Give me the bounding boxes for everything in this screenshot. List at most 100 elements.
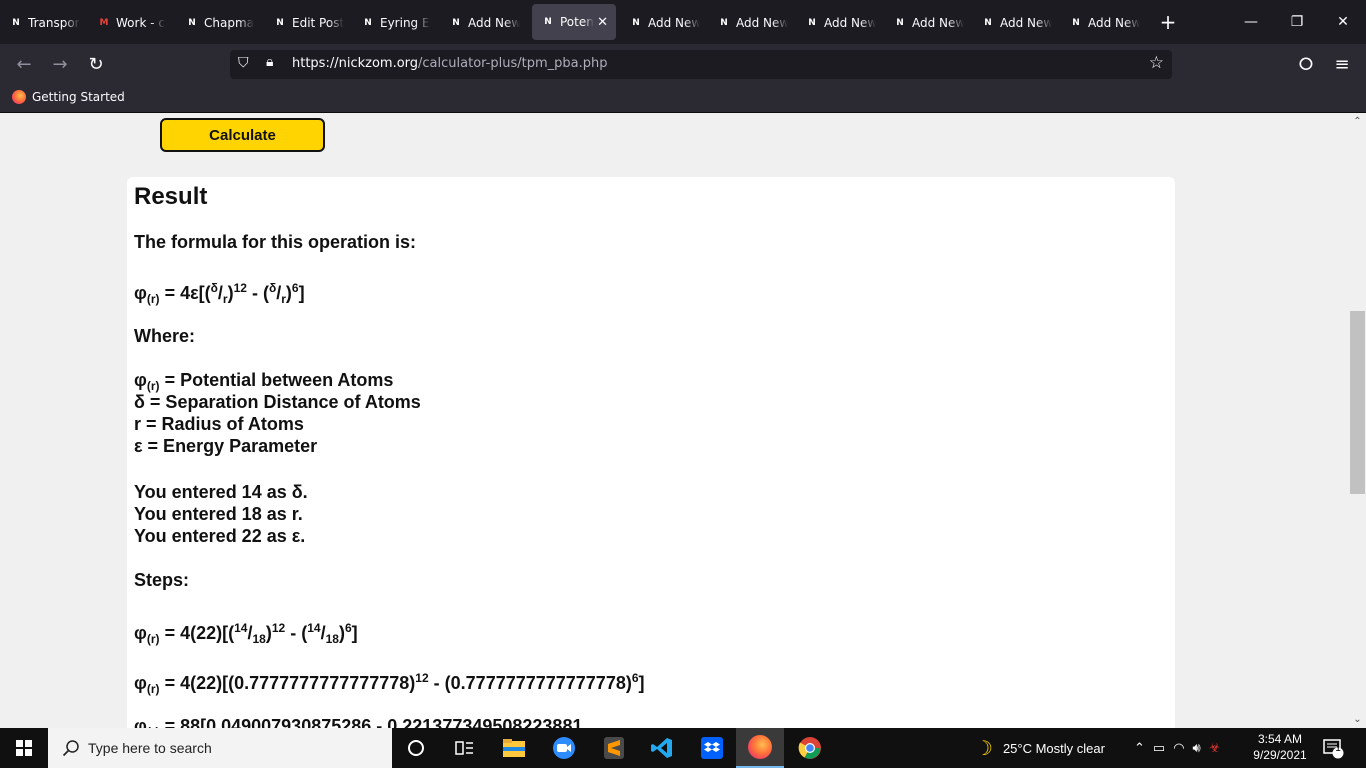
menu-icon[interactable]: ≡ xyxy=(1324,44,1360,84)
tab-title: Add New xyxy=(912,16,964,30)
browser-tab[interactable]: N Chapma xyxy=(176,5,264,41)
calculate-button[interactable]: Calculate xyxy=(160,118,325,152)
taskbar-search[interactable]: Type here to search xyxy=(48,728,392,768)
browser-tab[interactable]: N Eyring E xyxy=(352,5,440,41)
tab-title: Add New xyxy=(1000,16,1052,30)
site-favicon-icon: N xyxy=(188,18,196,28)
bookmarks-toolbar: Getting Started xyxy=(0,84,1366,113)
notification-count: 1 xyxy=(1335,743,1341,754)
browser-tab[interactable]: N Transpor xyxy=(0,5,88,41)
scroll-down-icon[interactable]: ⌄ xyxy=(1349,711,1366,728)
site-favicon-icon: N xyxy=(984,18,992,28)
search-placeholder: Type here to search xyxy=(88,740,212,756)
zoom-icon[interactable] xyxy=(540,728,588,768)
step-3: φ(r) = 88[0.049007930875286 - 0.22137734… xyxy=(134,716,583,728)
close-tab-icon[interactable]: ✕ xyxy=(597,15,608,30)
browser-tab[interactable]: N Add New xyxy=(708,5,796,41)
new-tab-button[interactable]: + xyxy=(1148,4,1188,40)
file-explorer-icon[interactable] xyxy=(490,728,538,768)
vscode-icon[interactable] xyxy=(638,728,686,768)
site-favicon-icon: N xyxy=(276,18,284,28)
where-label: Where: xyxy=(134,326,196,346)
forward-icon[interactable]: → xyxy=(42,44,78,84)
bookmark-getting-started[interactable]: Getting Started xyxy=(12,90,125,104)
chrome-icon[interactable] xyxy=(786,728,834,768)
close-window-icon[interactable]: ✕ xyxy=(1320,0,1366,44)
site-favicon-icon: N xyxy=(12,18,20,28)
weather-widget[interactable]: ☽ 25°C Mostly clear xyxy=(975,728,1105,768)
site-favicon-icon: N xyxy=(720,18,728,28)
tab-title: Work - c xyxy=(116,16,165,30)
url-bar[interactable]: ⛉ 🔒︎ https://nickzom.org/calculator-plus… xyxy=(230,50,1172,79)
tab-strip: N Transpor M Work - c N Chapma N Edit Post N Eyri… xyxy=(0,0,1366,44)
tab-title: Chapma xyxy=(204,16,254,30)
dropbox-icon[interactable] xyxy=(688,728,736,768)
entered-delta: You entered 14 as δ. xyxy=(134,482,308,502)
tab-title: Poten xyxy=(560,15,594,29)
task-view-icon[interactable] xyxy=(440,728,488,768)
steps-label: Steps: xyxy=(134,570,190,590)
tab-title: Add New xyxy=(1088,16,1140,30)
browser-tab[interactable]: N Edit Post xyxy=(264,5,352,41)
browser-tab[interactable]: N Add New xyxy=(1060,5,1148,41)
gmail-icon: M xyxy=(99,18,109,28)
definition-item: ε = Energy Parameter xyxy=(134,436,318,456)
clock-date: 9/29/2021 xyxy=(1253,748,1307,762)
result-card: Result The formula for this operation is… xyxy=(127,177,1175,728)
firefox-icon xyxy=(748,735,772,759)
shield-icon[interactable]: ⛉ xyxy=(238,55,249,71)
lock-icon[interactable]: 🔒︎ xyxy=(266,54,273,70)
step-2: φ(r) = 4(22)[(0.7777777777777778)12 - (0… xyxy=(134,671,645,696)
browser-tab[interactable]: N Add New xyxy=(440,5,528,41)
result-heading: Result xyxy=(134,183,208,210)
browser-tab[interactable]: N Poten ✕ xyxy=(532,4,616,40)
browser-tab[interactable]: N Add New xyxy=(796,5,884,41)
firefox-icon xyxy=(12,90,26,104)
cortana-icon[interactable] xyxy=(392,728,440,768)
site-favicon-icon: N xyxy=(364,18,372,28)
windows-icon xyxy=(16,740,32,756)
battery-icon[interactable]: ▭ xyxy=(1153,740,1165,756)
bookmark-label: Getting Started xyxy=(32,90,125,104)
volume-icon[interactable]: 🔊︎ xyxy=(1193,740,1201,756)
tab-title: Add New xyxy=(648,16,700,30)
pocket-icon[interactable]: ⭘ xyxy=(1288,44,1324,84)
minimize-icon[interactable]: — xyxy=(1228,0,1274,44)
tab-title: Add New xyxy=(824,16,876,30)
browser-tab[interactable]: N Add New xyxy=(620,5,708,41)
site-favicon-icon: N xyxy=(544,17,552,27)
bookmark-star-icon[interactable]: ☆ xyxy=(1149,53,1164,73)
wifi-icon[interactable]: ◠ xyxy=(1173,740,1184,756)
tab-title: Add New xyxy=(736,16,788,30)
sublime-text-icon[interactable] xyxy=(590,728,638,768)
tab-list: N Transpor M Work - c N Chapma N Edit Post N Eyri… xyxy=(0,3,1148,41)
formula-intro: The formula for this operation is: xyxy=(134,232,417,252)
firefox-taskbar-icon[interactable] xyxy=(736,728,784,768)
page-content: Calculate Result The formula for this op… xyxy=(0,113,1349,728)
site-favicon-icon: N xyxy=(632,18,640,28)
clock-time: 3:54 AM xyxy=(1257,732,1303,746)
tab-title: Add New xyxy=(468,16,520,30)
notification-center[interactable]: 1 xyxy=(1322,728,1344,768)
restore-icon[interactable]: ❐ xyxy=(1274,0,1320,44)
site-favicon-icon: N xyxy=(1072,18,1080,28)
start-button[interactable] xyxy=(0,728,48,768)
browser-tab[interactable]: N Add New xyxy=(972,5,1060,41)
clock[interactable]: 3:54 AM 9/29/2021 xyxy=(1250,731,1310,763)
tab-title: Transpor xyxy=(28,16,80,30)
tab-title: Edit Post xyxy=(292,16,344,30)
reload-icon[interactable]: ↻ xyxy=(78,44,114,84)
scroll-up-icon[interactable]: ⌃ xyxy=(1349,113,1366,130)
chevron-up-icon[interactable]: ⌃ xyxy=(1134,740,1145,756)
scrollbar-thumb[interactable] xyxy=(1350,311,1365,494)
moon-icon: ☽ xyxy=(975,737,993,760)
step-1: φ(r) = 4(22)[(14/18)12 - (14/18)6] xyxy=(134,621,358,646)
search-icon xyxy=(62,740,79,757)
back-icon[interactable]: ← xyxy=(6,44,42,84)
url-text[interactable]: https://nickzom.org/calculator-plus/tpm_… xyxy=(292,56,607,71)
browser-tab[interactable]: N Add New xyxy=(884,5,972,41)
browser-tab[interactable]: M Work - c xyxy=(88,5,176,41)
site-favicon-icon: N xyxy=(896,18,904,28)
site-favicon-icon: N xyxy=(808,18,816,28)
app-tray-icon[interactable]: ☣ xyxy=(1209,740,1221,756)
